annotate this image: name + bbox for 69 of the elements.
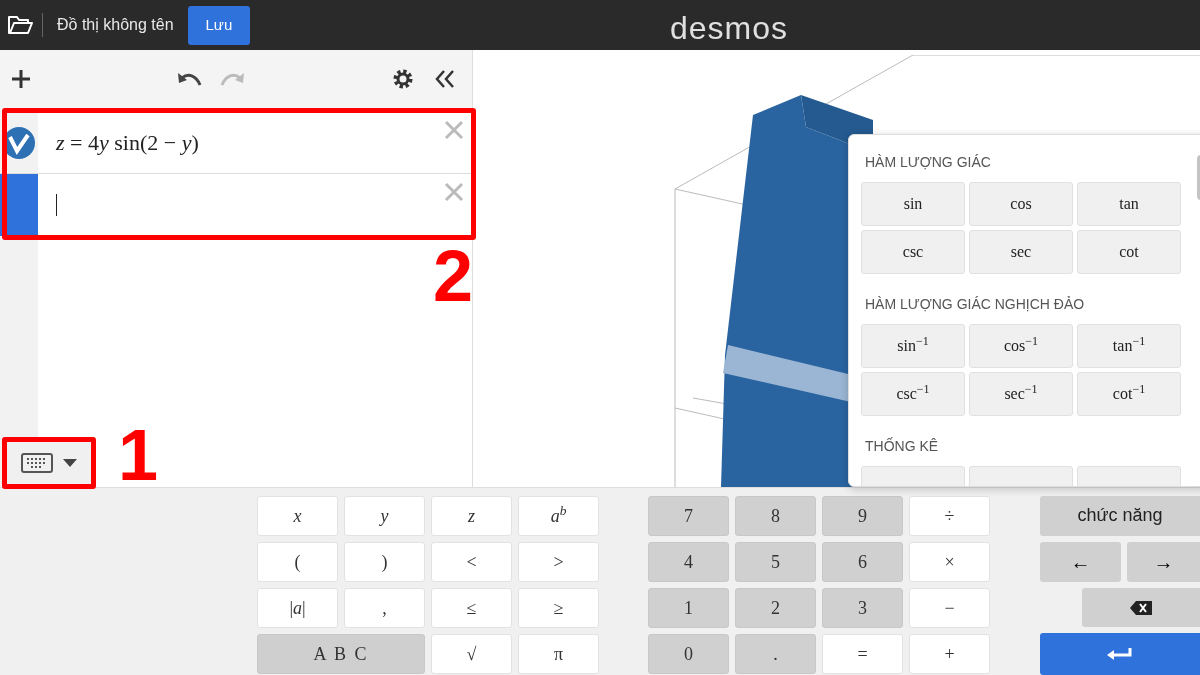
keypad-key[interactable]: ×	[909, 542, 990, 582]
function-key[interactable]: sin$^{−1}$	[861, 324, 965, 368]
function-key[interactable]: tan	[1077, 182, 1181, 226]
keypad-key[interactable]: ÷	[909, 496, 990, 536]
keypad-key[interactable]: ≥	[518, 588, 599, 628]
section-heading: HÀM LƯỢNG GIÁC NGHỊCH ĐẢO	[864, 295, 1086, 314]
add-icon[interactable]	[10, 68, 32, 90]
keypad-key[interactable]: y	[344, 496, 425, 536]
math-expression: z = 4y sin(2 − y)	[56, 129, 199, 157]
keypad-key[interactable]: 7	[648, 496, 729, 536]
logo: desmos	[670, 9, 789, 48]
text-cursor	[56, 193, 57, 216]
close-icon[interactable]	[444, 182, 464, 202]
keypad-key[interactable]: 4	[648, 542, 729, 582]
keypad-key[interactable]: A B C	[257, 634, 425, 674]
folder-icon[interactable]	[7, 15, 33, 35]
backspace-icon	[1130, 600, 1152, 615]
keypad-key[interactable]: ,	[344, 588, 425, 628]
keypad-key[interactable]: ≤	[431, 588, 512, 628]
function-key[interactable]: cos$^{−1}$	[969, 324, 1073, 368]
keypad-key[interactable]: 2	[735, 588, 816, 628]
keyboard-icon	[21, 453, 53, 473]
functions-button[interactable]: chức năng	[1040, 496, 1200, 536]
keypad-key[interactable]: a$^{b}$	[518, 496, 599, 536]
keypad-key[interactable]: >	[518, 542, 599, 582]
enter-icon	[1107, 647, 1133, 662]
function-key[interactable]: tan$^{−1}$	[1077, 324, 1181, 368]
keypad-key[interactable]: 0	[648, 634, 729, 674]
enter-key[interactable]	[1040, 633, 1200, 675]
keypad-key[interactable]: π	[518, 634, 599, 674]
keypad-key[interactable]: <	[431, 542, 512, 582]
keypad-key[interactable]: 6	[822, 542, 903, 582]
function-key[interactable]: csc$^{−1}$	[861, 372, 965, 416]
keyboard-toggle[interactable]	[2, 437, 96, 489]
annotation-number: 2	[433, 240, 474, 312]
function-key[interactable]: sin	[861, 182, 965, 226]
keypad-key[interactable]: z	[431, 496, 512, 536]
backspace-key[interactable]	[1082, 587, 1200, 628]
close-icon[interactable]	[444, 120, 464, 140]
keypad-key[interactable]: 1	[648, 588, 729, 628]
function-key[interactable]: cot	[1077, 230, 1181, 274]
save-button[interactable]: Lưu	[187, 5, 251, 45]
keypad-key[interactable]: 5	[735, 542, 816, 582]
right-arrow-key[interactable]: →	[1127, 541, 1200, 582]
settings-icon[interactable]	[392, 68, 414, 90]
keypad-key[interactable]: x	[257, 496, 338, 536]
section-heading: THỐNG KÊ	[864, 436, 940, 456]
graph-title[interactable]: Đồ thị không tên	[57, 13, 174, 37]
keypad-key[interactable]: |a|	[257, 588, 338, 628]
function-key[interactable]: sec$^{−1}$	[969, 372, 1073, 416]
function-key[interactable]: cos	[969, 182, 1073, 226]
section-heading: HÀM LƯỢNG GIÁC	[864, 153, 992, 172]
keypad-key[interactable]: (	[257, 542, 338, 582]
keypad-key[interactable]: 8	[735, 496, 816, 536]
annotation-number: 1	[118, 419, 159, 491]
collapse-icon[interactable]	[434, 69, 456, 89]
left-arrow-key[interactable]: ←	[1040, 541, 1121, 582]
function-key[interactable]: cot$^{−1}$	[1077, 372, 1181, 416]
caret-icon	[63, 459, 77, 467]
function-key[interactable]: sec	[969, 230, 1073, 274]
function-key[interactable]: csc	[861, 230, 965, 274]
keypad-key[interactable]: .	[735, 634, 816, 674]
keypad-key[interactable]: =	[822, 634, 903, 674]
keypad-key[interactable]: )	[344, 542, 425, 582]
keypad-key[interactable]: 9	[822, 496, 903, 536]
keypad-key[interactable]: −	[909, 588, 990, 628]
keypad-key[interactable]: +	[909, 634, 990, 674]
keypad-key[interactable]: √	[431, 634, 512, 674]
keypad-key[interactable]: 3	[822, 588, 903, 628]
